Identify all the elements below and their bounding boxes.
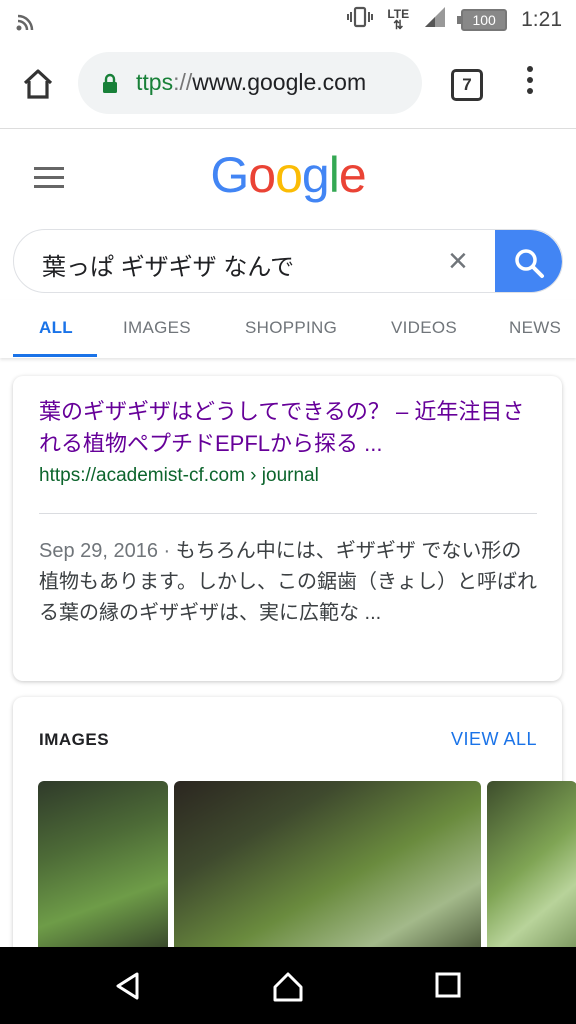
active-tab-indicator [13,354,97,357]
search-result-card: 葉のギザギザはどうしてできるの？ – 近年注目される植物ペプチドEPFLから探る… [13,376,562,681]
result-date: Sep 29, 2016 · [39,540,176,562]
signal-icon [423,5,447,35]
clear-search-icon[interactable]: × [448,242,468,281]
search-input[interactable]: 葉っぱ ギザギザ なんで [42,247,294,282]
url-text: ttps://www.google.com [136,69,367,95]
home-icon[interactable] [20,66,56,102]
status-bar: LTE ⇅ 100 1:21 [0,0,576,40]
logo-letter: e [338,147,367,203]
address-bar[interactable]: ttps://www.google.com [78,52,422,114]
browser-toolbar: ttps://www.google.com 7 [0,40,576,129]
cast-icon [16,8,42,37]
search-box[interactable]: 葉っぱ ギザギザ なんで × [13,229,563,293]
back-icon[interactable] [113,971,143,1001]
search-tabs: ALL IMAGES SHOPPING VIDEOS NEWS [0,300,576,358]
result-title-link[interactable]: 葉のギザギザはどうしてできるの？ – 近年注目される植物ペプチドEPFLから探る… [39,396,539,460]
search-icon [515,249,544,278]
tab-videos[interactable]: VIDEOS [391,318,457,338]
tab-switcher-button[interactable]: 7 [451,69,483,101]
logo-letter: o [275,147,303,203]
google-logo[interactable]: Google [0,146,576,204]
search-button[interactable] [495,230,562,292]
more-menu-icon[interactable] [522,66,538,102]
result-snippet: Sep 29, 2016 · もちろん中には、ギザギザ でない形の植物もあります… [39,540,537,624]
tab-shopping[interactable]: SHOPPING [245,318,337,338]
tab-all[interactable]: ALL [39,318,73,338]
lock-icon [102,73,118,93]
logo-letter: g [301,147,330,203]
logo-letter: G [210,147,249,203]
home-nav-icon[interactable] [272,971,304,1003]
lte-indicator: LTE ⇅ [387,7,410,32]
tab-images[interactable]: IMAGES [123,318,191,338]
view-all-link[interactable]: VIEW ALL [451,729,537,750]
battery-icon: 100 [457,9,508,31]
result-url[interactable]: https://academist-cf.com › journal [39,465,319,487]
divider [39,513,537,514]
images-section-title: IMAGES [39,730,110,749]
clock: 1:21 [521,8,562,31]
logo-letter: o [248,147,276,203]
google-header: Google [0,128,576,228]
vibrate-icon [347,5,374,35]
android-nav-bar [0,947,576,1024]
recents-icon[interactable] [434,971,462,999]
tab-news[interactable]: NEWS [509,318,561,338]
logo-letter: l [328,147,340,203]
